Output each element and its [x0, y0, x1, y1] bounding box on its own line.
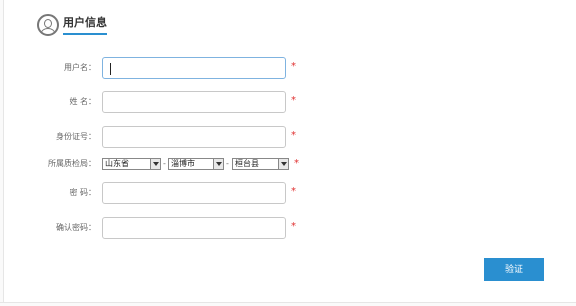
city-value: 淄博市 — [171, 159, 195, 168]
separator: - — [226, 159, 229, 168]
name-row: 姓 名： * — [0, 91, 576, 113]
required-mark: * — [291, 95, 296, 106]
chevron-down-icon[interactable] — [150, 159, 160, 169]
required-mark: * — [291, 221, 296, 232]
province-value: 山东省 — [105, 159, 129, 168]
chevron-down-icon[interactable] — [278, 159, 288, 169]
separator: - — [163, 159, 166, 168]
password-input[interactable] — [102, 182, 286, 204]
location-row: 所属质检局： 山东省 - 淄博市 - 桓台县 * — [0, 156, 576, 172]
text-caret — [110, 63, 111, 75]
password-label: 密 码： — [69, 188, 96, 197]
name-label: 姓 名： — [69, 97, 96, 106]
frame-border-left — [0, 0, 4, 306]
username-input[interactable] — [102, 57, 286, 79]
county-value: 桓台县 — [235, 159, 259, 168]
username-label: 用户名： — [64, 63, 96, 72]
required-mark: * — [291, 61, 296, 72]
page: 用户信息 用户名： * 姓 名： * 身份证号： * 所属质检局： 山东省 - … — [0, 0, 576, 306]
id-number-row: 身份证号： * — [0, 126, 576, 148]
section-header: 用户信息 — [37, 12, 107, 38]
chevron-down-icon[interactable] — [213, 159, 223, 169]
section-title: 用户信息 — [63, 16, 107, 35]
city-select[interactable]: 淄博市 — [168, 158, 224, 170]
id-number-label: 身份证号： — [56, 132, 96, 141]
required-mark: * — [291, 130, 296, 141]
verify-button[interactable]: 验证 — [484, 258, 544, 281]
id-number-input[interactable] — [102, 126, 286, 148]
user-icon — [37, 14, 59, 36]
name-input[interactable] — [102, 91, 286, 113]
location-label: 所属质检局： — [48, 159, 96, 168]
confirm-password-input[interactable] — [102, 217, 286, 239]
required-mark: * — [291, 186, 296, 197]
username-row: 用户名： * — [0, 57, 576, 79]
province-select[interactable]: 山东省 — [102, 158, 161, 170]
password-row: 密 码： * — [0, 182, 576, 204]
confirm-password-label: 确认密码： — [56, 223, 96, 232]
required-mark: * — [294, 158, 299, 169]
frame-border-bottom — [0, 302, 576, 306]
county-select[interactable]: 桓台县 — [232, 158, 289, 170]
confirm-password-row: 确认密码： * — [0, 217, 576, 239]
